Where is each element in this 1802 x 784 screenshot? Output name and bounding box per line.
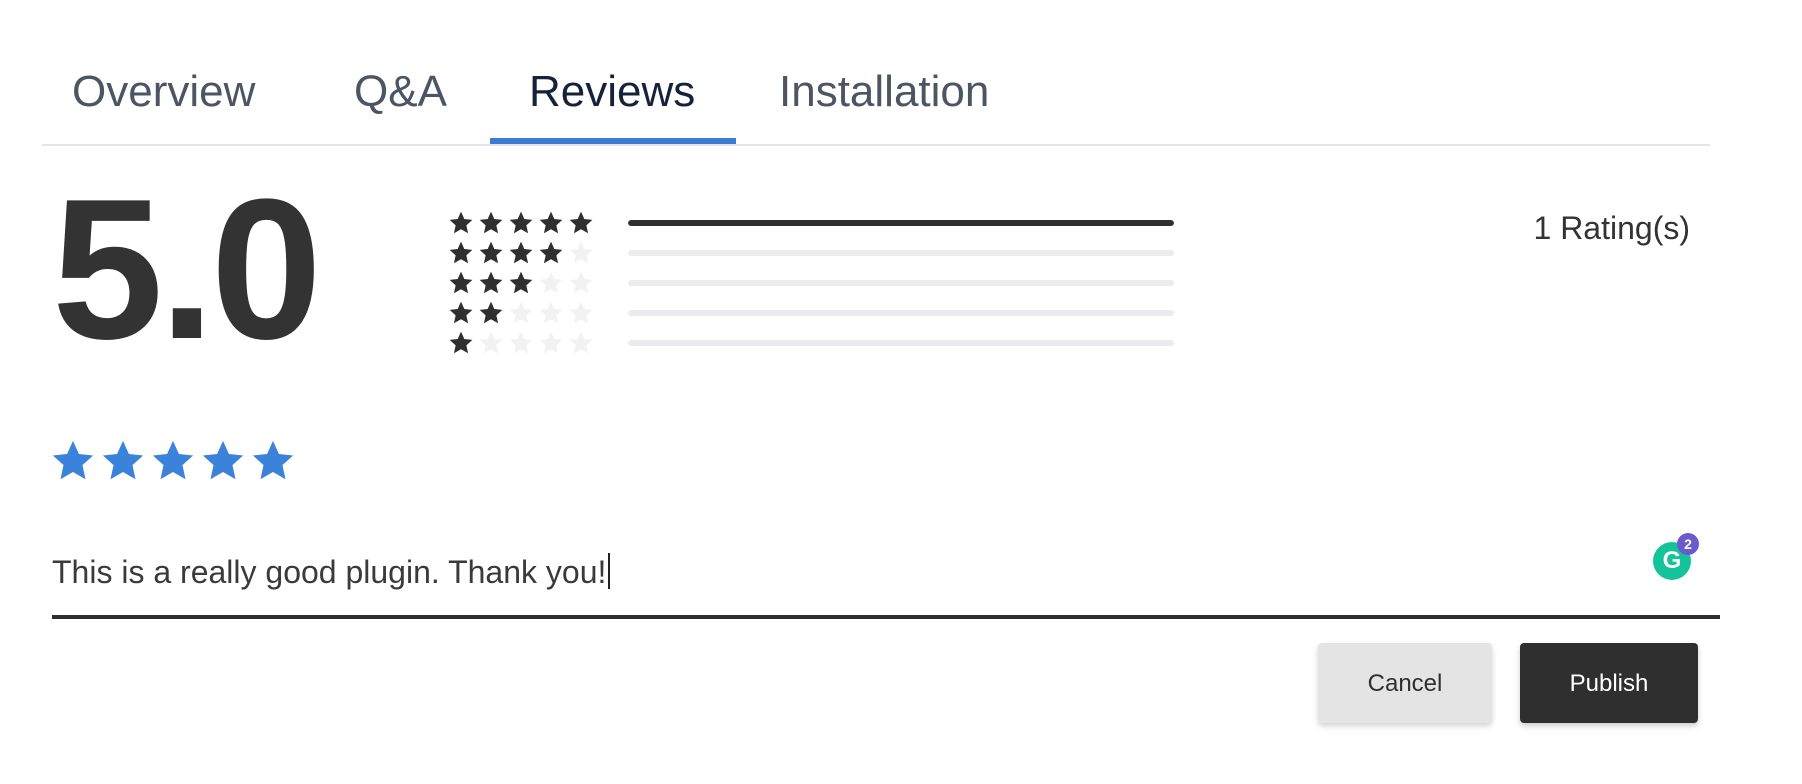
star-icon: [448, 330, 474, 356]
distribution-row-4: [448, 238, 1178, 268]
star-icon: [448, 300, 474, 326]
tab-qa[interactable]: Q&A: [354, 52, 447, 144]
distribution-bar: [628, 220, 1174, 226]
distribution-bar: [628, 250, 1174, 256]
star-icon: [508, 210, 534, 236]
active-tab-indicator: [490, 138, 736, 144]
review-text-value[interactable]: This is a really good plugin. Thank you!: [52, 553, 611, 591]
star-icon[interactable]: [250, 438, 296, 484]
rating-count: 1 Rating(s): [1533, 210, 1691, 246]
grammarly-count-badge: 2: [1677, 533, 1699, 555]
tab-overview[interactable]: Overview: [72, 52, 255, 144]
distribution-stars: [448, 208, 608, 238]
distribution-stars: [448, 298, 608, 328]
star-icon[interactable]: [100, 438, 146, 484]
distribution-bar: [628, 340, 1174, 346]
average-score: 5.0: [52, 158, 322, 381]
star-icon: [478, 240, 504, 266]
star-icon: [538, 270, 564, 296]
star-icon: [508, 240, 534, 266]
star-icon[interactable]: [200, 438, 246, 484]
distribution-row-1: [448, 328, 1178, 358]
star-icon: [478, 270, 504, 296]
distribution-stars: [448, 238, 608, 268]
star-icon: [448, 270, 474, 296]
star-icon: [478, 210, 504, 236]
distribution-row-2: [448, 298, 1178, 328]
tab-installation[interactable]: Installation: [779, 52, 989, 144]
cancel-button[interactable]: Cancel: [1318, 643, 1492, 723]
star-icon: [538, 300, 564, 326]
star-icon: [568, 210, 594, 236]
star-icon: [508, 300, 534, 326]
star-icon: [568, 330, 594, 356]
star-icon: [478, 330, 504, 356]
review-text-field[interactable]: This is a really good plugin. Thank you!: [52, 545, 1720, 619]
star-icon: [538, 330, 564, 356]
star-icon: [448, 210, 474, 236]
star-icon: [508, 270, 534, 296]
star-icon: [448, 240, 474, 266]
distribution-row-5: [448, 208, 1178, 238]
text-caret: [608, 553, 611, 589]
distribution-bar: [628, 280, 1174, 286]
distribution-stars: [448, 328, 608, 358]
star-icon: [568, 240, 594, 266]
star-icon: [568, 300, 594, 326]
tab-reviews[interactable]: Reviews: [529, 52, 695, 144]
star-icon: [538, 240, 564, 266]
publish-button[interactable]: Publish: [1520, 643, 1698, 723]
star-icon[interactable]: [50, 438, 96, 484]
star-icon[interactable]: [150, 438, 196, 484]
star-icon: [538, 210, 564, 236]
star-icon: [508, 330, 534, 356]
tab-bar: Overview Q&A Reviews Installation: [42, 52, 1710, 146]
distribution-bar: [628, 310, 1174, 316]
distribution-stars: [448, 268, 608, 298]
star-icon: [478, 300, 504, 326]
star-icon: [568, 270, 594, 296]
distribution-row-3: [448, 268, 1178, 298]
distribution-bar-fill: [628, 220, 1174, 226]
